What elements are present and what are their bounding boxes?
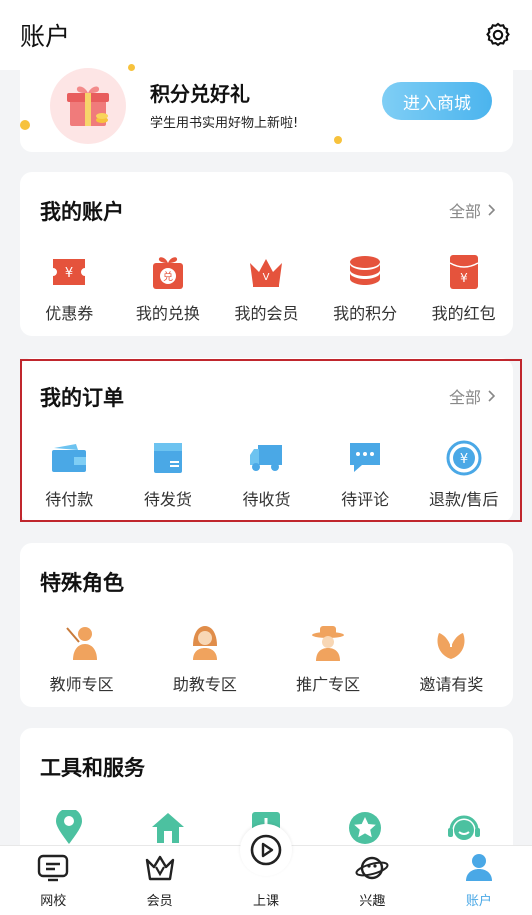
teacher-icon	[62, 623, 102, 663]
account-item-member[interactable]: V 我的会员	[217, 252, 316, 324]
exchange-gift-icon: 兑	[148, 252, 188, 292]
tool-item-home[interactable]	[119, 808, 218, 848]
planet-icon	[355, 854, 389, 886]
account-item-red-envelope[interactable]: ¥ 我的红包	[414, 252, 513, 324]
item-label: 我的会员	[234, 304, 299, 323]
tab-label: 会员	[146, 894, 173, 909]
svg-text:¥: ¥	[460, 271, 468, 285]
view-all-link[interactable]: 全部	[448, 198, 496, 222]
page-title: 账户	[20, 22, 71, 51]
member-crown-icon	[144, 854, 176, 886]
account-item-coupon[interactable]: ¥ 优惠券	[20, 252, 119, 324]
item-label: 优惠券	[45, 304, 94, 323]
coin-decoration-icon	[334, 136, 342, 144]
tab-school[interactable]: 网校	[0, 846, 106, 915]
role-item-teacher[interactable]: 教师专区	[20, 623, 143, 695]
view-all-label: 全部	[448, 202, 481, 221]
tab-account[interactable]: 账户	[426, 846, 532, 915]
coin-stack-icon	[345, 252, 385, 292]
home-icon	[148, 808, 188, 848]
account-section: 我的账户 全部 ¥ 优惠券 兑 我的兑换 V 我的会员 我的积分 ¥ 我的红包	[20, 172, 513, 336]
section-title: 特殊角色	[40, 571, 124, 595]
red-envelope-icon: ¥	[444, 252, 484, 292]
svg-text:兑: 兑	[163, 270, 173, 283]
enter-mall-button[interactable]: 进入商城	[382, 82, 492, 120]
tab-class[interactable]: 上课	[213, 824, 319, 915]
tab-member[interactable]: 会员	[106, 846, 212, 915]
promoter-icon	[308, 623, 348, 663]
tab-label: 上课	[253, 894, 280, 909]
roles-section: 特殊角色 教师专区 助教专区 推广专区 邀请有奖	[20, 543, 513, 707]
tab-label: 账户	[465, 894, 492, 909]
role-item-invite[interactable]: 邀请有奖	[390, 623, 513, 695]
promo-subtitle: 学生用书实用好物上新啦!	[150, 116, 299, 131]
section-title: 工具和服务	[40, 756, 145, 780]
promo-title: 积分兑好礼	[150, 82, 250, 106]
item-label: 我的积分	[333, 304, 398, 323]
invite-icon	[431, 623, 471, 663]
location-pin-icon	[49, 808, 89, 848]
item-label: 我的红包	[431, 304, 496, 323]
account-item-points[interactable]: 我的积分	[316, 252, 415, 324]
coin-decoration-icon	[20, 120, 30, 130]
tool-item-location[interactable]	[20, 808, 119, 848]
account-item-exchange[interactable]: 兑 我的兑换	[119, 252, 218, 324]
crown-icon: V	[246, 252, 286, 292]
school-tv-icon	[37, 854, 69, 886]
svg-text:¥: ¥	[65, 266, 73, 281]
item-label: 我的兑换	[135, 304, 200, 323]
coupon-icon: ¥	[49, 252, 89, 292]
svg-text:V: V	[263, 272, 270, 283]
item-label: 推广专区	[296, 675, 361, 694]
tool-item-favorite[interactable]	[316, 808, 415, 848]
play-bubble-icon	[240, 824, 293, 876]
star-icon	[345, 808, 385, 848]
coin-decoration-icon	[128, 64, 135, 71]
top-bar: 账户	[0, 0, 532, 70]
promo-banner[interactable]: 积分兑好礼 学生用书实用好物上新啦! 进入商城	[20, 66, 513, 152]
tab-label: 兴趣	[359, 894, 386, 909]
section-title: 我的账户	[40, 200, 124, 224]
item-label: 助教专区	[172, 675, 237, 694]
chevron-right-icon	[487, 201, 496, 220]
orders-highlight-box	[20, 359, 522, 522]
gift-box-icon	[50, 68, 126, 144]
item-label: 教师专区	[49, 675, 114, 694]
customer-service-icon	[444, 808, 484, 848]
role-item-assistant[interactable]: 助教专区	[143, 623, 266, 695]
item-label: 邀请有奖	[419, 675, 484, 694]
tab-label: 网校	[40, 894, 67, 909]
bottom-tab-bar: 网校 会员 上课 兴趣 账户	[0, 824, 532, 915]
user-icon	[464, 852, 494, 886]
gear-icon[interactable]	[482, 19, 514, 51]
tool-item-support[interactable]	[414, 808, 513, 848]
tab-interest[interactable]: 兴趣	[319, 846, 425, 915]
assistant-icon	[185, 623, 225, 663]
role-item-promoter[interactable]: 推广专区	[267, 623, 390, 695]
